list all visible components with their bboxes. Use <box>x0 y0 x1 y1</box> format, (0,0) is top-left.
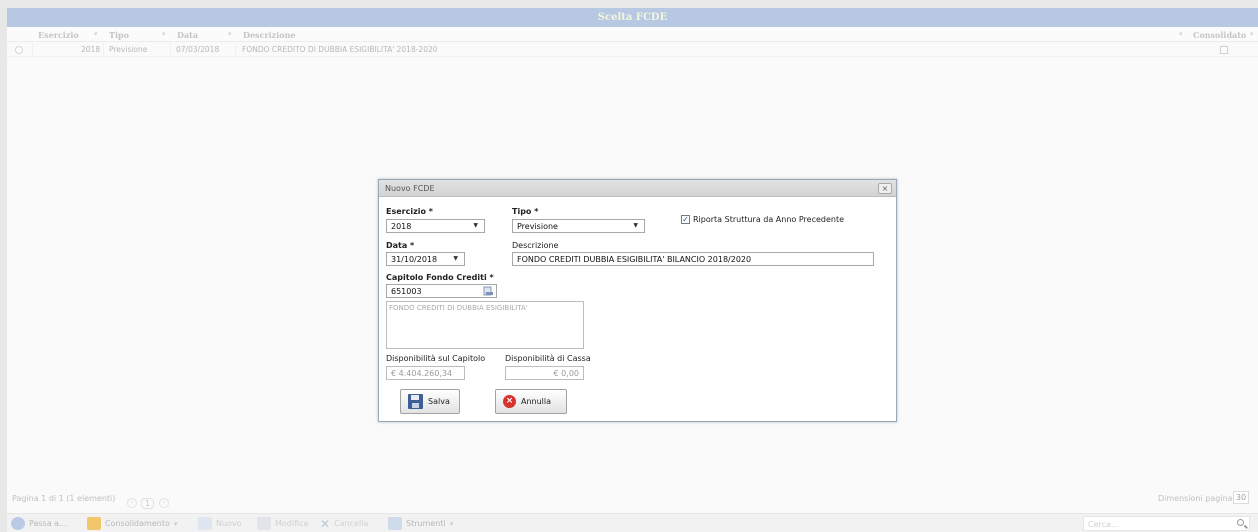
folder-icon <box>87 517 101 530</box>
close-button[interactable]: × <box>878 183 892 194</box>
modifica-button[interactable]: Modifica <box>257 517 308 530</box>
page-size-select[interactable]: 30 <box>1233 491 1249 504</box>
chevron-down-icon: ▾ <box>173 519 178 528</box>
capitolo-description: FONDO CREDITI DI DUBBIA ESIGIBILITA' <box>386 301 584 349</box>
disponibilita-cassa-value: € 0,00 <box>505 366 584 380</box>
tipo-select[interactable]: Previsione ▼ <box>512 219 645 233</box>
data-value: 31/10/2018 <box>391 255 438 264</box>
esercizio-select[interactable]: 2018 ▼ <box>386 219 485 233</box>
page-size-label: Dimensioni pagina: <box>1158 494 1236 503</box>
passa-a-button[interactable]: Passa a... <box>11 517 67 530</box>
chevron-down-icon: ▾ <box>449 519 454 528</box>
disponibilita-cassa-label: Disponibilità di Cassa <box>505 354 591 363</box>
disponibilita-capitolo-value: € 4.404.260,34 <box>386 366 465 380</box>
passa-a-label: Passa a... <box>29 519 67 528</box>
sort-icon: ▾ <box>1250 30 1254 38</box>
tipo-label: Tipo * <box>512 207 539 216</box>
chevron-right-icon: › <box>159 498 169 508</box>
cancella-button[interactable]: ✕ Cancella <box>320 516 369 531</box>
chevron-down-icon: ▼ <box>633 222 638 229</box>
column-header-esercizio[interactable]: Esercizio <box>38 30 79 40</box>
column-divider <box>103 43 104 56</box>
cancel-icon: × <box>503 395 516 408</box>
search-input[interactable]: Cerca... <box>1083 516 1250 531</box>
consolidamento-button[interactable]: Consolidamento ▾ <box>87 517 177 530</box>
column-header-data[interactable]: Data <box>177 30 198 40</box>
capitolo-input[interactable]: 651003 <box>386 284 497 298</box>
sort-icon: ▾ <box>162 30 166 38</box>
cell-descrizione: FONDO CREDITO DI DUBBIA ESIGIBILITA' 201… <box>242 45 438 54</box>
new-document-icon <box>198 517 212 530</box>
modifica-label: Modifica <box>275 519 309 528</box>
row-select-radio[interactable] <box>15 46 23 54</box>
salva-button[interactable]: Salva <box>400 389 460 414</box>
search-placeholder: Cerca... <box>1088 520 1119 529</box>
tools-icon <box>388 517 402 530</box>
esercizio-label: Esercizio * <box>386 207 433 216</box>
dialog-title: Nuovo FCDE <box>385 184 435 193</box>
cell-esercizio: 2018 <box>81 45 101 54</box>
column-header-descrizione[interactable]: Descrizione <box>243 30 295 40</box>
disponibilita-capitolo-label: Disponibilità sul Capitolo <box>386 354 486 363</box>
capitolo-label: Capitolo Fondo Crediti * <box>386 273 494 282</box>
bottom-toolbar: Passa a... Consolidamento ▾ Nuovo Modifi… <box>7 513 1258 532</box>
data-label: Data * <box>386 241 415 250</box>
column-divider <box>170 43 171 56</box>
annulla-label: Annulla <box>521 397 552 406</box>
cancella-label: Cancella <box>334 519 369 528</box>
pager: Pagina 1 di 1 (1 elementi) ‹ 1 › Dimensi… <box>7 490 1258 509</box>
chevron-down-icon: ▼ <box>453 255 458 262</box>
search-icon[interactable] <box>1237 519 1244 526</box>
nuovo-button[interactable]: Nuovo <box>198 517 242 530</box>
salva-label: Salva <box>428 397 450 406</box>
strumenti-label: Strumenti <box>406 519 446 528</box>
navigate-icon <box>11 517 25 530</box>
consolidamento-label: Consolidamento <box>105 519 170 528</box>
descrizione-input[interactable]: FONDO CREDITI DUBBIA ESIGIBILITA' BILANC… <box>512 252 874 266</box>
window-title: Scelta FCDE <box>597 12 668 23</box>
riporta-checkbox[interactable]: ✓ <box>681 215 690 224</box>
delete-icon: ✕ <box>320 516 331 531</box>
sort-icon: ▾ <box>94 30 98 38</box>
data-datepicker[interactable]: 31/10/2018 ▼ <box>386 252 465 266</box>
riporta-label: Riporta Struttura da Anno Precedente <box>693 215 845 224</box>
annulla-button[interactable]: × Annulla <box>495 389 567 414</box>
grid-header: Esercizio ▾ Tipo ▾ Data ▾ Descrizione ▾ … <box>7 27 1258 42</box>
column-divider <box>32 43 33 56</box>
save-icon <box>408 394 423 409</box>
descrizione-label: Descrizione <box>512 241 559 250</box>
tipo-value: Previsione <box>517 222 558 231</box>
chevron-left-icon: ‹ <box>127 498 137 508</box>
cell-data: 07/03/2018 <box>176 45 220 54</box>
chevron-down-icon: ▼ <box>473 222 478 229</box>
pager-info: Pagina 1 di 1 (1 elementi) <box>12 494 116 503</box>
consolidato-checkbox[interactable] <box>1220 46 1228 54</box>
table-row[interactable]: 2018 Previsione 07/03/2018 FONDO CREDITO… <box>7 43 1258 57</box>
window-titlebar: Scelta FCDE <box>7 8 1258 27</box>
esercizio-value: 2018 <box>391 222 412 231</box>
capitolo-value: 651003 <box>391 287 422 296</box>
cell-tipo: Previsione <box>109 45 148 54</box>
strumenti-button[interactable]: Strumenti ▾ <box>388 517 453 530</box>
sort-icon: ▾ <box>1179 30 1183 38</box>
sort-icon: ▾ <box>228 30 232 38</box>
nuovo-label: Nuovo <box>216 519 242 528</box>
current-page-label: 1 <box>141 498 155 509</box>
lookup-icon[interactable] <box>483 286 494 296</box>
column-header-consolidato[interactable]: Consolidato <box>1193 30 1246 40</box>
column-header-tipo[interactable]: Tipo <box>109 30 129 40</box>
nuovo-fcde-dialog: Nuovo FCDE × Esercizio * 2018 ▼ Tipo * P… <box>378 179 897 422</box>
column-divider <box>235 43 236 56</box>
edit-icon <box>257 517 271 530</box>
dialog-header: Nuovo FCDE × <box>379 180 896 197</box>
